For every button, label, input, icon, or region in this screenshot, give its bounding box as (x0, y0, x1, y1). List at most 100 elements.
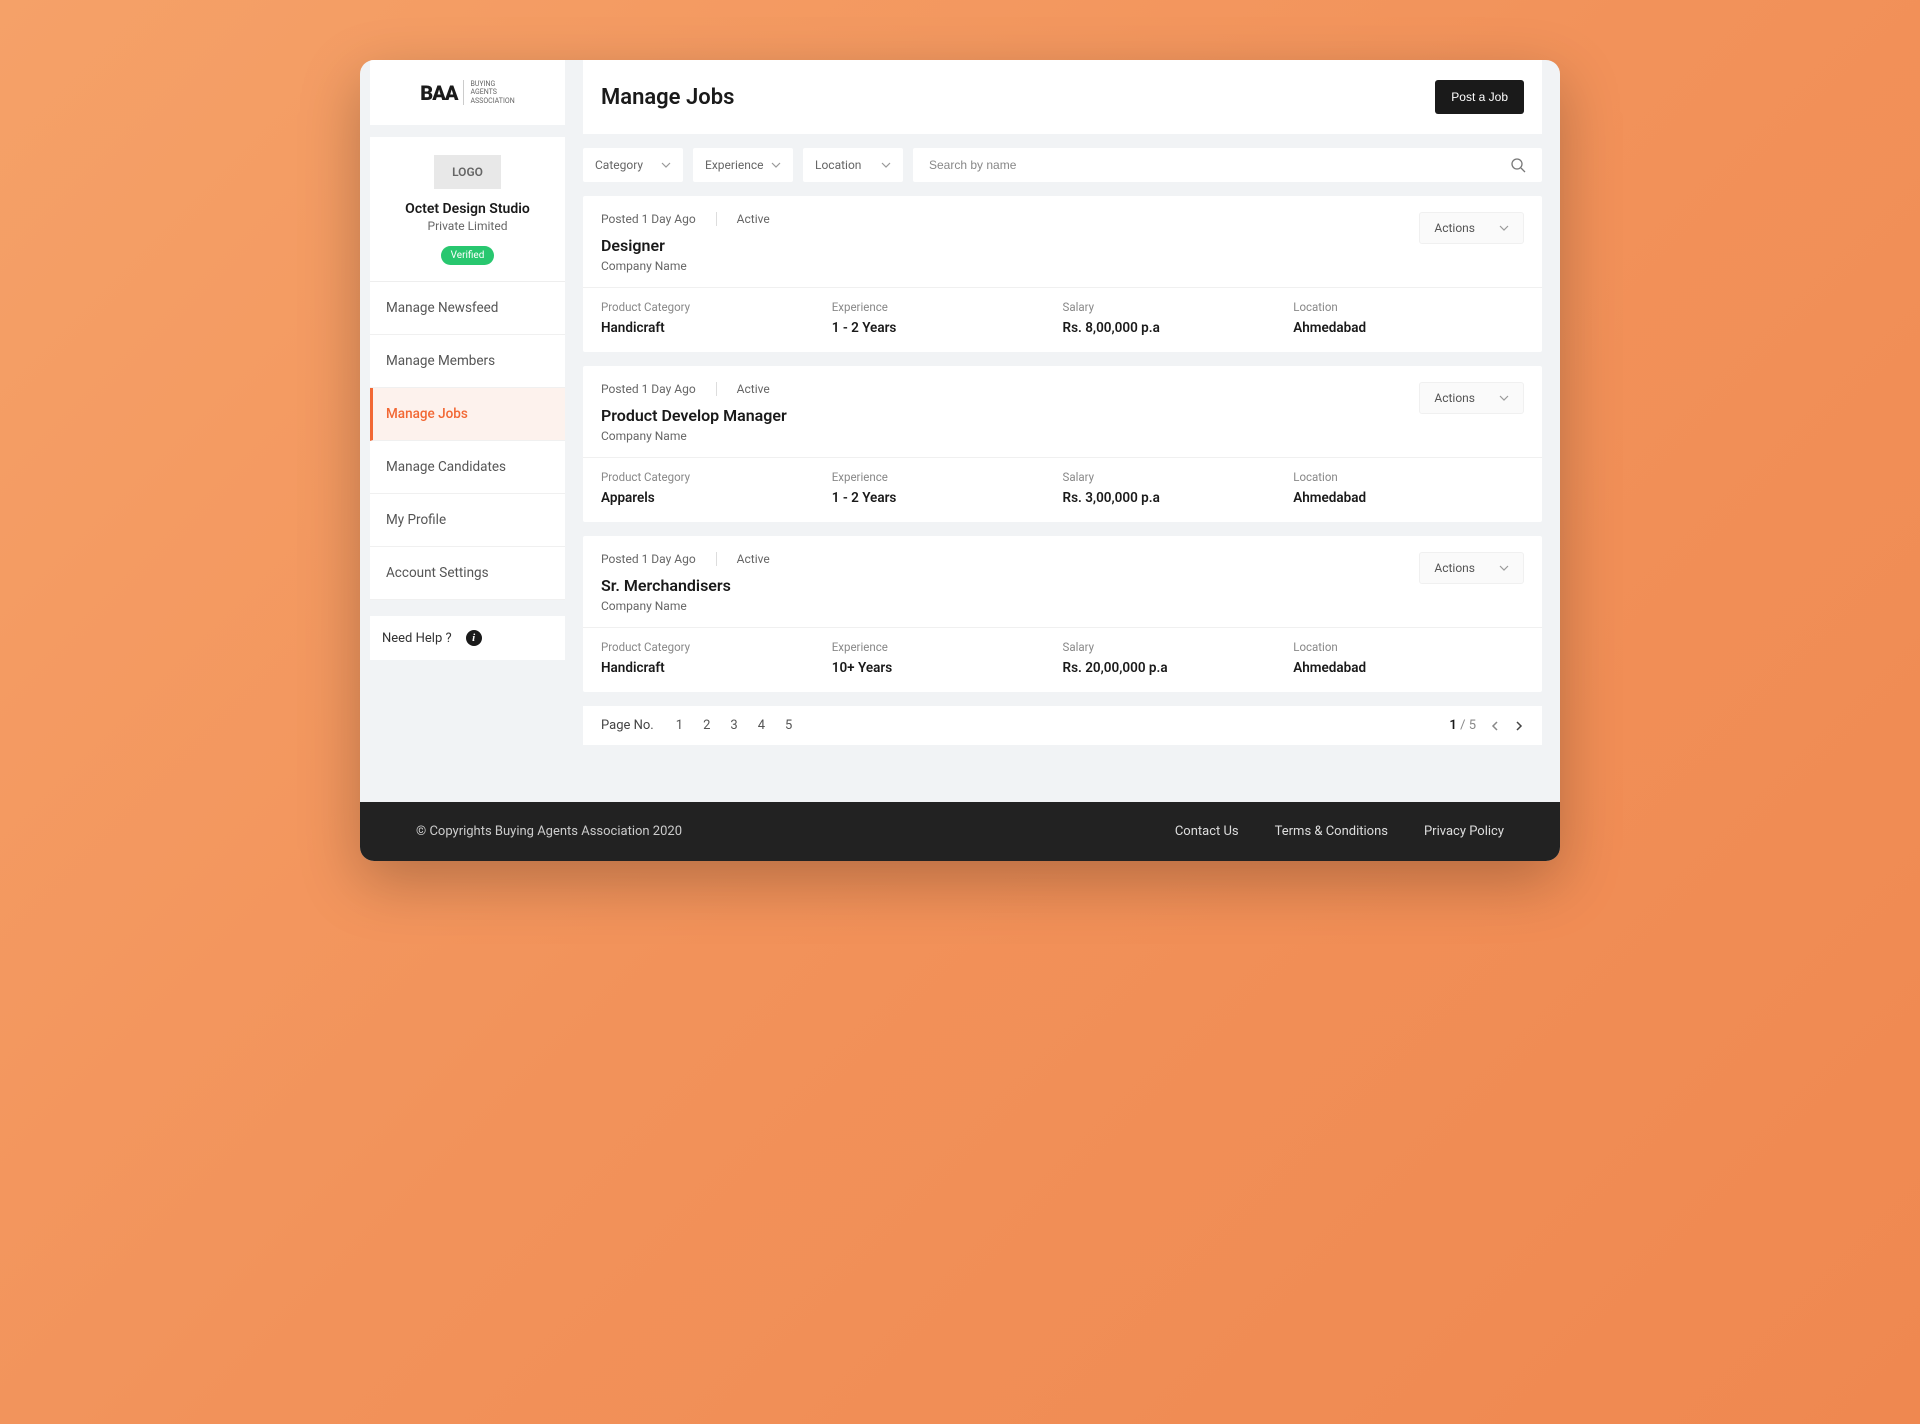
page-number[interactable]: 4 (758, 718, 765, 733)
footer-links: Contact Us Terms & Conditions Privacy Poli… (1175, 824, 1504, 839)
page-indicator: 1 / 5 (1449, 718, 1476, 733)
sidebar-item-manage-members[interactable]: Manage Members (370, 335, 565, 388)
post-job-button[interactable]: Post a Job (1435, 80, 1524, 114)
footer-link[interactable]: Contact Us (1175, 824, 1239, 839)
experience-value: 10+ Years (832, 660, 1063, 676)
nav-list: Manage NewsfeedManage MembersManage Jobs… (370, 282, 565, 600)
sidebar-body: LOGO Octet Design Studio Private Limited… (370, 137, 565, 600)
jobs-list: Posted 1 Day Ago Active Designer Company… (583, 182, 1542, 692)
location-value: Ahmedabad (1293, 320, 1524, 336)
chevron-down-icon (1499, 563, 1509, 573)
app-window: BAA BUYING AGENTS ASSOCIATION LOGO Octet… (360, 60, 1560, 861)
job-actions-button[interactable]: Actions (1419, 382, 1524, 414)
job-company: Company Name (601, 259, 770, 273)
next-page-button[interactable] (1514, 720, 1524, 732)
logo-text: BUYING AGENTS ASSOCIATION (463, 80, 514, 105)
sidebar-item-my-profile[interactable]: My Profile (370, 494, 565, 547)
job-posted: Posted 1 Day Ago (601, 212, 696, 226)
product-category-label: Product Category (601, 470, 832, 484)
sidebar: BAA BUYING AGENTS ASSOCIATION LOGO Octet… (370, 60, 565, 780)
salary-value: Rs. 8,00,000 p.a (1063, 320, 1294, 336)
search-icon (1510, 157, 1526, 173)
job-posted: Posted 1 Day Ago (601, 382, 696, 396)
job-posted: Posted 1 Day Ago (601, 552, 696, 566)
product-category-label: Product Category (601, 640, 832, 654)
location-label: Location (1293, 470, 1524, 484)
brand-logo: BAA BUYING AGENTS ASSOCIATION (370, 60, 565, 125)
company-card: LOGO Octet Design Studio Private Limited… (370, 137, 565, 282)
product-category-label: Product Category (601, 300, 832, 314)
job-actions-button[interactable]: Actions (1419, 212, 1524, 244)
job-title: Designer (601, 236, 770, 255)
experience-filter[interactable]: Experience (693, 148, 793, 182)
need-help[interactable]: Need Help ? i (370, 616, 565, 660)
salary-label: Salary (1063, 640, 1294, 654)
job-actions-button[interactable]: Actions (1419, 552, 1524, 584)
verified-badge: Verified (441, 246, 495, 265)
company-subtitle: Private Limited (384, 219, 551, 233)
category-filter[interactable]: Category (583, 148, 683, 182)
search-box[interactable] (913, 148, 1542, 182)
prev-page-button[interactable] (1490, 720, 1500, 732)
job-title: Product Develop Manager (601, 406, 787, 425)
sidebar-item-manage-jobs[interactable]: Manage Jobs (370, 388, 565, 441)
pagination: Page No. 1 2 3 4 5 1 / 5 (583, 706, 1542, 745)
product-category-value: Apparels (601, 490, 832, 506)
experience-label: Experience (832, 300, 1063, 314)
experience-value: 1 - 2 Years (832, 320, 1063, 336)
experience-label: Experience (832, 470, 1063, 484)
footer-copyright: © Copyrights Buying Agents Association 2… (416, 824, 682, 839)
page-no-label: Page No. (601, 718, 654, 733)
job-title: Sr. Merchandisers (601, 576, 770, 595)
job-status: Active (737, 552, 770, 566)
product-category-value: Handicraft (601, 660, 832, 676)
logo-mark: BAA (420, 81, 457, 105)
footer: © Copyrights Buying Agents Association 2… (360, 802, 1560, 861)
job-company: Company Name (601, 599, 770, 613)
location-label: Location (1293, 640, 1524, 654)
sidebar-item-account-settings[interactable]: Account Settings (370, 547, 565, 600)
page-number[interactable]: 2 (703, 718, 710, 733)
filters-row: Category Experience Location (583, 148, 1542, 182)
location-value: Ahmedabad (1293, 490, 1524, 506)
experience-label: Experience (832, 640, 1063, 654)
page-numbers: 1 2 3 4 5 (676, 718, 793, 733)
search-input[interactable] (929, 148, 1510, 182)
chevron-left-icon (1490, 720, 1500, 732)
location-label: Location (1293, 300, 1524, 314)
chevron-down-icon (771, 160, 781, 170)
salary-label: Salary (1063, 300, 1294, 314)
page-number[interactable]: 5 (785, 718, 792, 733)
location-value: Ahmedabad (1293, 660, 1524, 676)
need-help-label: Need Help ? (382, 631, 452, 646)
chevron-down-icon (1499, 393, 1509, 403)
product-category-value: Handicraft (601, 320, 832, 336)
page-title: Manage Jobs (601, 85, 734, 110)
chevron-down-icon (1499, 223, 1509, 233)
footer-link[interactable]: Terms & Conditions (1275, 824, 1388, 839)
info-icon: i (466, 630, 482, 646)
experience-value: 1 - 2 Years (832, 490, 1063, 506)
chevron-down-icon (661, 160, 671, 170)
job-card: Posted 1 Day Ago Active Designer Company… (583, 196, 1542, 352)
chevron-right-icon (1514, 720, 1524, 732)
job-card: Posted 1 Day Ago Active Product Develop … (583, 366, 1542, 522)
job-company: Company Name (601, 429, 787, 443)
job-status: Active (737, 382, 770, 396)
page-header: Manage Jobs Post a Job (583, 60, 1542, 134)
page-number[interactable]: 3 (730, 718, 737, 733)
main-content: BAA BUYING AGENTS ASSOCIATION LOGO Octet… (360, 60, 1560, 780)
location-filter[interactable]: Location (803, 148, 903, 182)
footer-link[interactable]: Privacy Policy (1424, 824, 1504, 839)
page-number[interactable]: 1 (676, 718, 683, 733)
salary-label: Salary (1063, 470, 1294, 484)
sidebar-item-manage-newsfeed[interactable]: Manage Newsfeed (370, 282, 565, 335)
chevron-down-icon (881, 160, 891, 170)
content-area: Manage Jobs Post a Job Category Experien… (565, 60, 1560, 780)
salary-value: Rs. 20,00,000 p.a (1063, 660, 1294, 676)
sidebar-item-manage-candidates[interactable]: Manage Candidates (370, 441, 565, 494)
company-name: Octet Design Studio (384, 201, 551, 217)
job-status: Active (737, 212, 770, 226)
company-logo-placeholder: LOGO (434, 155, 501, 189)
job-card: Posted 1 Day Ago Active Sr. Merchandiser… (583, 536, 1542, 692)
